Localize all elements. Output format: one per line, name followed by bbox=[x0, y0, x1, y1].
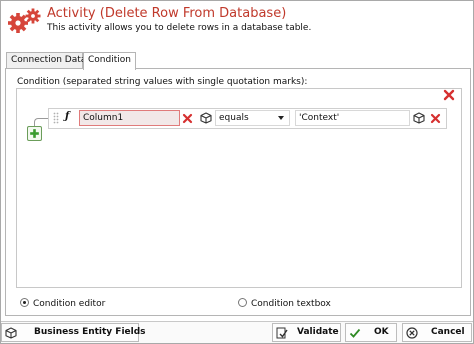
radio-button-checked[interactable] bbox=[20, 298, 29, 307]
ok-label: OK bbox=[374, 327, 389, 337]
operator-select[interactable]: equals bbox=[215, 110, 290, 126]
operator-value: equals bbox=[219, 113, 249, 123]
field-name-input[interactable]: Column1 bbox=[79, 110, 180, 126]
dialog-header: Activity (Delete Row From Database) This… bbox=[1, 1, 473, 41]
validate-check-icon bbox=[276, 327, 288, 339]
check-icon bbox=[349, 328, 361, 338]
drag-handle-icon[interactable] bbox=[53, 112, 59, 124]
business-entity-fields-button[interactable]: Business Entity Fields bbox=[1, 323, 146, 342]
tab-condition[interactable]: Condition bbox=[83, 52, 136, 70]
remove-field-close-icon[interactable] bbox=[182, 113, 193, 124]
activity-dialog: Activity (Delete Row From Database) This… bbox=[0, 0, 474, 344]
ok-button[interactable]: OK bbox=[345, 323, 397, 342]
cancel-close-icon bbox=[406, 327, 418, 339]
chevron-down-icon bbox=[278, 116, 284, 120]
radio-condition-textbox[interactable]: Condition textbox bbox=[238, 298, 331, 309]
value-cube-icon[interactable] bbox=[413, 112, 425, 124]
validate-label: Validate bbox=[297, 327, 339, 337]
business-entity-fields-label: Business Entity Fields bbox=[34, 327, 146, 337]
radio-button-unchecked[interactable] bbox=[238, 298, 247, 307]
clear-all-close-icon[interactable] bbox=[443, 89, 455, 101]
radio-label-textbox: Condition textbox bbox=[251, 299, 331, 309]
condition-label: Condition (separated string values with … bbox=[17, 77, 308, 87]
radio-label-editor: Condition editor bbox=[33, 299, 106, 309]
function-icon[interactable]: ƒ bbox=[65, 111, 69, 122]
dialog-title: Activity (Delete Row From Database) bbox=[47, 6, 287, 21]
cube-icon bbox=[5, 327, 17, 339]
cube-icon[interactable] bbox=[200, 112, 212, 124]
value-input[interactable]: 'Context' bbox=[295, 110, 410, 126]
validate-button[interactable]: Validate bbox=[272, 323, 341, 342]
delete-row-close-icon[interactable] bbox=[430, 113, 441, 124]
radio-condition-editor[interactable]: Condition editor bbox=[20, 298, 105, 309]
gears-icon bbox=[8, 8, 41, 33]
dialog-subtitle: This activity allows you to delete rows … bbox=[47, 23, 312, 33]
tab-connection-data[interactable]: Connection Data bbox=[6, 52, 86, 69]
cancel-label: Cancel bbox=[431, 327, 465, 337]
add-condition-plus-icon[interactable] bbox=[27, 126, 42, 141]
cancel-button[interactable]: Cancel bbox=[402, 323, 472, 342]
